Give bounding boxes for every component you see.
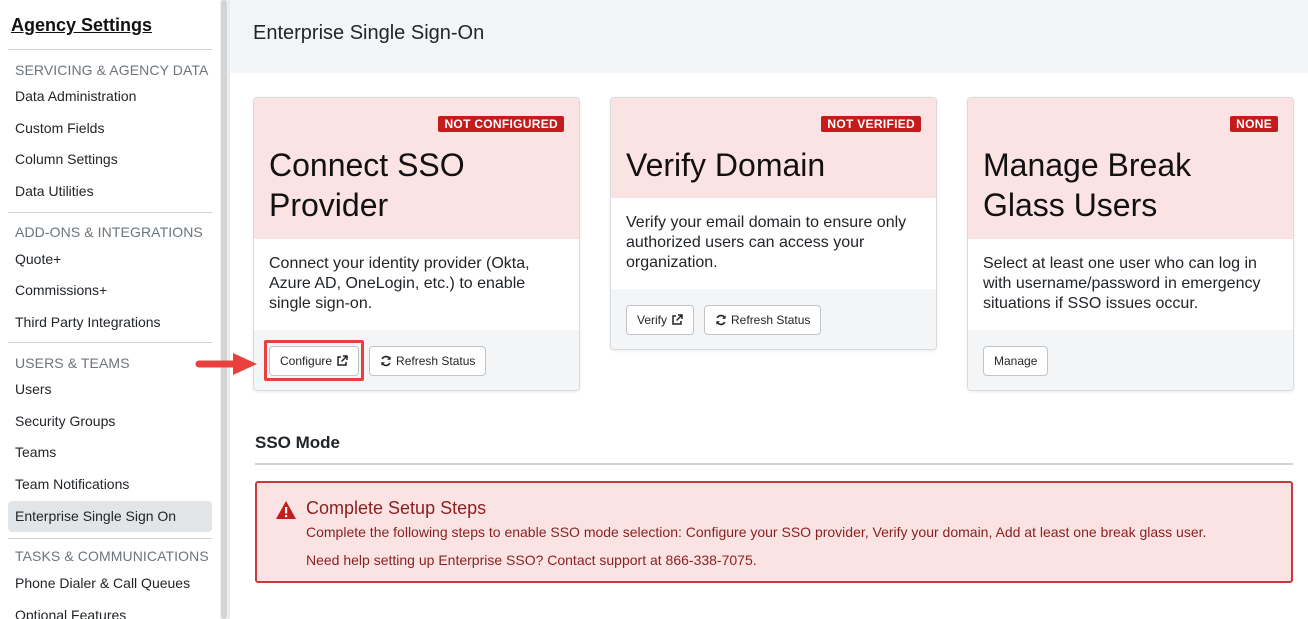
sidebar-divider [8, 538, 212, 539]
button-label: Refresh Status [731, 313, 811, 327]
sidebar-section-tasks: TASKS & COMMUNICATIONS [15, 548, 209, 564]
card-header: NONE Manage Break Glass Users [968, 98, 1293, 239]
sso-mode-title: SSO Mode [255, 433, 341, 452]
card-footer: Manage [968, 330, 1293, 390]
card-title: Verify Domain [626, 147, 826, 183]
sidebar-item-enterprise-sso[interactable]: Enterprise Single Sign On [8, 501, 212, 532]
alert-title: Complete Setup Steps [306, 498, 487, 518]
break-glass-card: NONE Manage Break Glass Users Select at … [967, 97, 1294, 391]
status-badge: NOT CONFIGURED [438, 116, 564, 132]
configure-highlight [264, 340, 364, 381]
card-body: Verify your email domain to ensure only … [626, 214, 907, 271]
sidebar-item-third-party-integrations[interactable]: Third Party Integrations [8, 307, 212, 338]
button-label: Manage [994, 354, 1038, 368]
alert-support-text: Need help setting up Enterprise SSO? Con… [306, 552, 757, 568]
sidebar-item-teams[interactable]: Teams [8, 437, 212, 468]
sidebar-scrollbar[interactable] [220, 0, 228, 619]
sidebar-section-servicing: SERVICING & AGENCY DATA [15, 62, 209, 78]
refresh-icon [716, 314, 726, 326]
arrow-icon [195, 353, 257, 375]
scrollbar-thumb[interactable] [221, 0, 227, 619]
sidebar-item-data-utilities[interactable]: Data Utilities [8, 176, 212, 207]
sidebar-item-custom-fields[interactable]: Custom Fields [8, 113, 212, 144]
card-footer: Verify Refresh Status [611, 289, 936, 349]
button-label: Refresh Status [396, 354, 476, 368]
sidebar: Agency Settings SERVICING & AGENCY DATA … [0, 0, 220, 619]
card-header: NOT VERIFIED Verify Domain [611, 98, 936, 198]
external-link-icon [672, 314, 683, 325]
refresh-status-button[interactable]: Refresh Status [704, 305, 822, 335]
sidebar-border [228, 0, 230, 619]
setup-alert: Complete Setup Steps Complete the follow… [255, 481, 1293, 583]
refresh-icon [381, 355, 391, 367]
status-badge: NOT VERIFIED [821, 116, 921, 132]
sidebar-section-addons: ADD-ONS & INTEGRATIONS [15, 224, 203, 240]
sidebar-item-data-administration[interactable]: Data Administration [8, 81, 212, 112]
sidebar-item-security-groups[interactable]: Security Groups [8, 406, 212, 437]
section-divider [255, 463, 1293, 465]
button-label: Verify [637, 313, 668, 327]
sidebar-item-team-notifications[interactable]: Team Notifications [8, 469, 212, 500]
sidebar-item-phone-dialer[interactable]: Phone Dialer & Call Queues [8, 568, 212, 599]
warning-icon [276, 501, 296, 519]
sidebar-item-optional-features[interactable]: Optional Features [8, 600, 212, 619]
verify-domain-card: NOT VERIFIED Verify Domain Verify your e… [610, 97, 937, 350]
page-title: Enterprise Single Sign-On [253, 22, 485, 44]
sidebar-item-commissions-plus[interactable]: Commissions+ [8, 275, 212, 306]
alert-steps-text: Complete the following steps to enable S… [306, 524, 1207, 540]
sidebar-divider [8, 212, 212, 213]
sidebar-divider [8, 49, 212, 50]
card-body: Select at least one user who can log in … [983, 255, 1261, 312]
card-body: Connect your identity provider (Okta, Az… [269, 255, 530, 312]
verify-button[interactable]: Verify [626, 305, 695, 335]
sidebar-section-users-teams: USERS & TEAMS [15, 355, 130, 371]
sidebar-title[interactable]: Agency Settings [11, 15, 152, 36]
card-header: NOT CONFIGURED Connect SSO Provider [254, 98, 579, 239]
sidebar-item-users[interactable]: Users [8, 374, 212, 405]
sidebar-divider [8, 342, 212, 343]
sidebar-item-column-settings[interactable]: Column Settings [8, 144, 212, 175]
status-badge: NONE [1230, 116, 1278, 132]
refresh-status-button[interactable]: Refresh Status [369, 346, 487, 376]
sidebar-item-quote-plus[interactable]: Quote+ [8, 244, 212, 275]
manage-button[interactable]: Manage [983, 346, 1049, 376]
